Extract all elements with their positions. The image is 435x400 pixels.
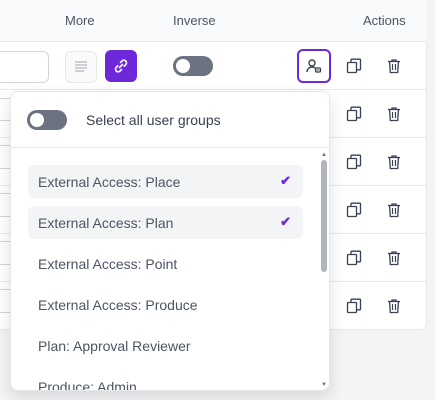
app-root: More Inverse Actions Select all user gro… [0,0,435,400]
option-external-access-produce[interactable]: External Access: Produce [28,288,303,321]
select-all-toggle[interactable] [27,110,67,130]
user-groups-button[interactable] [297,49,331,83]
duplicate-icon[interactable] [344,152,364,172]
scrollbar-thumb[interactable] [321,160,327,272]
left-divider [0,289,10,290]
checkmark-icon: ✔ [280,214,291,229]
trash-icon[interactable] [384,200,404,220]
duplicate-icon[interactable] [344,200,364,220]
option-label: External Access: Plan [38,215,174,231]
user-groups-list: External Access: Place ✔ External Access… [11,149,329,391]
trash-icon[interactable] [384,296,404,316]
left-divider [0,168,10,169]
link-button[interactable] [105,50,137,82]
option-external-access-plan[interactable]: External Access: Plan ✔ [28,206,303,239]
option-label: Produce: Admin [38,379,137,391]
toggle-knob [30,113,44,127]
left-divider [0,120,10,121]
duplicate-icon[interactable] [344,56,364,76]
scroll-down-arrow-icon[interactable]: ▼ [321,382,327,388]
option-label: External Access: Produce [38,297,198,313]
toggle-knob [176,59,190,73]
option-external-access-point[interactable]: External Access: Point [28,247,303,280]
row-text-input[interactable] [0,51,49,83]
checkmark-icon: ✔ [280,173,291,188]
select-all-label: Select all user groups [86,112,221,128]
left-divider [0,216,10,217]
notes-icon [75,61,87,72]
scroll-up-arrow-icon[interactable]: ▲ [321,152,327,158]
option-plan-approval-reviewer[interactable]: Plan: Approval Reviewer [28,329,303,362]
inverse-toggle[interactable] [173,56,213,76]
left-divider [0,193,10,194]
duplicate-icon[interactable] [344,248,364,268]
duplicate-icon[interactable] [344,104,364,124]
option-produce-admin[interactable]: Produce: Admin [28,370,303,391]
table-header: More Inverse Actions [0,0,427,42]
header-more: More [65,13,95,28]
left-divider [0,98,10,99]
option-label: Plan: Approval Reviewer [38,338,191,354]
select-all-row[interactable]: Select all user groups [11,92,329,148]
option-external-access-place[interactable]: External Access: Place ✔ [28,165,303,198]
trash-icon[interactable] [384,104,404,124]
left-divider [0,312,10,313]
user-groups-dropdown: Select all user groups External Access: … [10,91,330,391]
duplicate-icon[interactable] [344,296,364,316]
header-inverse: Inverse [173,13,216,28]
trash-icon[interactable] [384,56,404,76]
option-label: External Access: Point [38,256,178,272]
notes-button[interactable] [65,51,97,83]
left-divider [0,145,10,146]
user-groups-icon [306,59,322,73]
trash-icon[interactable] [384,152,404,172]
trash-icon[interactable] [384,248,404,268]
link-icon [114,59,128,73]
left-divider [0,241,10,242]
header-actions: Actions [363,13,406,28]
left-divider [0,264,10,265]
option-label: External Access: Place [38,174,181,190]
dropdown-scrollbar[interactable]: ▲ ▼ [321,152,327,388]
